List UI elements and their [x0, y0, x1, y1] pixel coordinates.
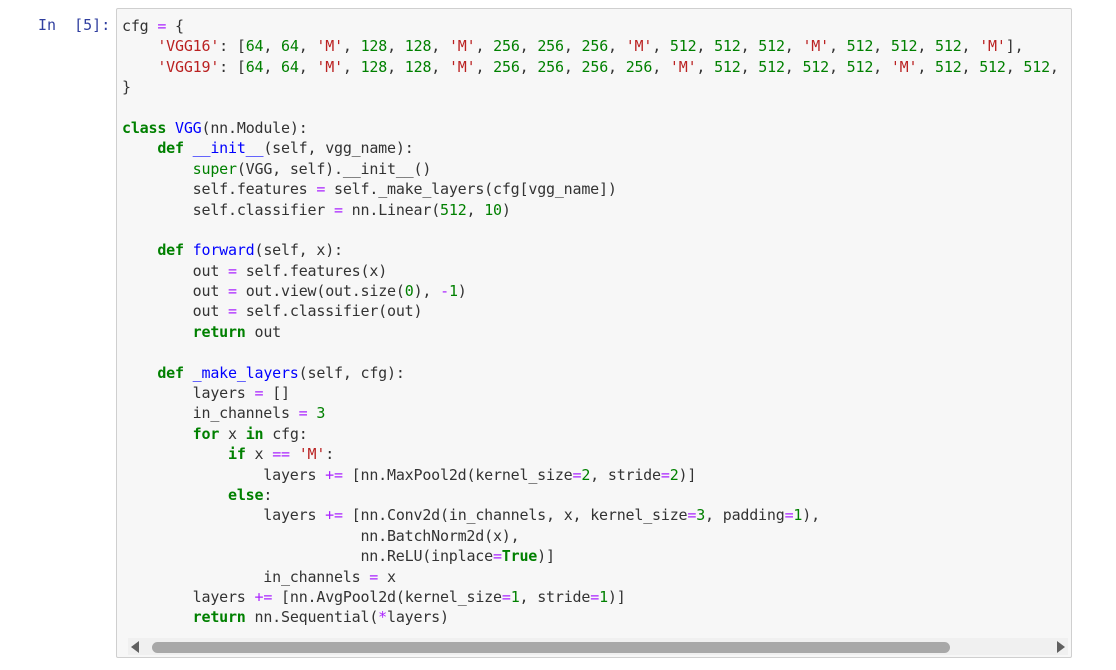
code-line: else: — [227, 485, 273, 504]
code-line: } — [122, 78, 131, 97]
code-line: class VGG(nn.Module): — [122, 118, 308, 137]
scrollbar-thumb[interactable] — [152, 642, 950, 653]
horizontal-scrollbar[interactable] — [128, 638, 1068, 655]
code-line: layers += [nn.Conv2d(in_channels, x, ker… — [263, 506, 820, 525]
code-line: 'VGG16': [64, 64, 'M', 128, 128, 'M', 25… — [157, 37, 1024, 56]
code-line: self.features = self._make_layers(cfg[vg… — [192, 180, 617, 199]
code-line: layers += [nn.AvgPool2d(kernel_size=1, s… — [192, 587, 626, 606]
code-line: in_channels = x — [263, 567, 396, 586]
scroll-left-arrow-icon[interactable] — [128, 640, 142, 654]
code-line: layers += [nn.MaxPool2d(kernel_size=2, s… — [263, 465, 697, 484]
code-line: cfg = { — [122, 17, 184, 35]
code-line: return out — [192, 322, 282, 341]
code-line: return nn.Sequential(*layers) — [192, 608, 449, 627]
code-line: in_channels = 3 — [192, 404, 326, 423]
scroll-right-arrow-icon[interactable] — [1054, 640, 1068, 654]
code-line: if x == 'M': — [227, 445, 335, 464]
code-line: for x in cfg: — [192, 424, 308, 443]
code-line: self.classifier = nn.Linear(512, 10) — [192, 200, 511, 219]
code-line: def forward(self, x): — [157, 241, 343, 260]
code-line: out = self.classifier(out) — [192, 302, 423, 321]
code-line: def _make_layers(self, cfg): — [157, 363, 405, 382]
code-line: layers = [] — [192, 384, 290, 403]
code-line: 'VGG19': [64, 64, 'M', 128, 128, 'M', 25… — [157, 57, 1059, 76]
cell-prompt: In [5]: — [38, 16, 111, 34]
code-cell[interactable]: cfg = { 'VGG16': [64, 64, 'M', 128, 128,… — [116, 8, 1072, 658]
code-line: out = out.view(out.size(0), -1) — [192, 282, 467, 301]
code-line: def __init__(self, vgg_name): — [157, 139, 414, 158]
code-line: nn.ReLU(inplace=True)] — [360, 547, 555, 566]
code-line: super(VGG, self).__init__() — [192, 159, 432, 178]
code-line: nn.BatchNorm2d(x), — [360, 526, 520, 545]
code-editor[interactable]: cfg = { 'VGG16': [64, 64, 'M', 128, 128,… — [122, 16, 1062, 636]
code-line: out = self.features(x) — [192, 261, 388, 280]
